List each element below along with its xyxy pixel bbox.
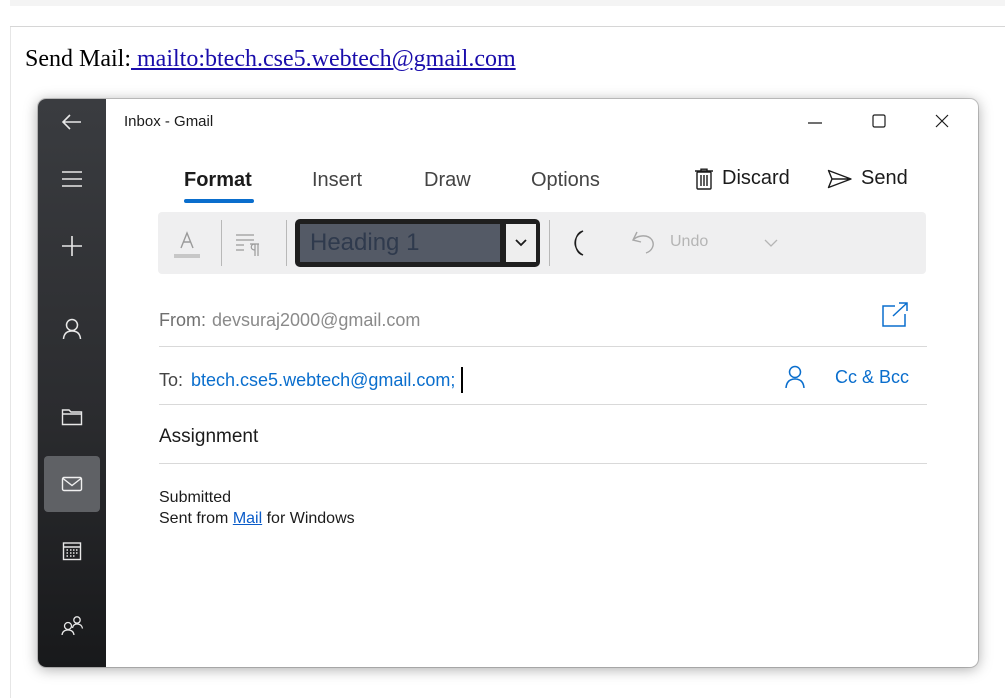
- cc-bcc-button[interactable]: Cc & Bcc: [835, 367, 909, 388]
- paragraph-format-icon: [236, 234, 259, 256]
- people-button[interactable]: [44, 597, 100, 653]
- style-dropdown-value: Heading 1: [300, 224, 500, 262]
- from-label: From:: [159, 310, 206, 330]
- people-icon: [61, 616, 84, 635]
- signature-suffix: for Windows: [262, 510, 355, 527]
- calendar-button[interactable]: [44, 523, 100, 579]
- mailto-link[interactable]: mailto:btech.cse5.webtech@gmail.com: [131, 46, 516, 72]
- left-divider: [10, 27, 11, 698]
- contact-icon: [785, 365, 805, 389]
- folder-icon: [61, 409, 83, 426]
- new-mail-button[interactable]: [44, 218, 100, 274]
- pop-out-icon: [882, 302, 908, 327]
- add-contact-button[interactable]: [784, 365, 808, 391]
- top-strip: [10, 0, 1005, 6]
- subject-field[interactable]: Assignment: [159, 426, 258, 448]
- pop-out-button[interactable]: [880, 300, 910, 330]
- maximize-icon: [872, 114, 886, 128]
- navigation-rail: [38, 99, 106, 667]
- signature-prefix: Sent from: [159, 510, 233, 527]
- text-cursor: [461, 367, 464, 393]
- close-icon: [935, 114, 949, 128]
- to-field[interactable]: btech.cse5.webtech@gmail.com;: [191, 370, 455, 391]
- new-mail-icon: [62, 236, 82, 256]
- discard-label: Discard: [722, 167, 790, 189]
- toolbar-separator: [221, 220, 222, 266]
- from-address[interactable]: devsuraj2000@gmail.com: [212, 310, 420, 330]
- folders-button[interactable]: [44, 389, 100, 445]
- account-icon: [62, 318, 82, 340]
- calendar-icon: [62, 542, 82, 561]
- top-divider: [10, 26, 1005, 27]
- tab-insert[interactable]: Insert: [312, 169, 362, 192]
- back-button[interactable]: [44, 99, 100, 150]
- undo-icon: [631, 231, 654, 254]
- send-label: Send: [861, 167, 908, 189]
- back-arrow-icon: [61, 114, 81, 130]
- focus-mode-button[interactable]: [564, 226, 598, 260]
- minimize-button[interactable]: [803, 109, 827, 133]
- subject-divider: [159, 463, 927, 464]
- toolbar-separator: [286, 220, 287, 266]
- toolbar-separator: [549, 220, 550, 266]
- mail-app-link[interactable]: Mail: [233, 510, 262, 527]
- hamburger-menu-icon: [62, 171, 82, 187]
- from-divider: [159, 346, 927, 347]
- mail-window: Inbox - Gmail Format Insert Draw Options…: [38, 99, 978, 667]
- undo-label: Undo: [670, 233, 709, 250]
- window-title: Inbox - Gmail: [124, 113, 214, 130]
- font-color-icon: [174, 231, 200, 258]
- signature-line: Sent from Mail for Windows: [159, 508, 355, 529]
- send-mail-line: Send Mail: mailto:btech.cse5.webtech@gma…: [25, 46, 516, 73]
- from-row: From: devsuraj2000@gmail.com: [159, 310, 420, 331]
- menu-button[interactable]: [44, 151, 100, 207]
- body-line: Submitted: [159, 489, 232, 506]
- chevron-down-icon: [764, 239, 778, 247]
- tab-options[interactable]: Options: [531, 169, 600, 192]
- tab-draw[interactable]: Draw: [424, 169, 471, 192]
- crescent-moon-icon: [574, 230, 584, 256]
- mail-icon: [61, 476, 83, 492]
- send-icon: [827, 169, 852, 188]
- trash-icon: [695, 168, 713, 190]
- undo-more-button[interactable]: [762, 234, 780, 252]
- to-row[interactable]: To: btech.cse5.webtech@gmail.com;: [159, 367, 464, 393]
- chevron-down-icon: [515, 239, 527, 247]
- maximize-button[interactable]: [867, 109, 891, 133]
- send-button[interactable]: Send: [827, 167, 908, 190]
- to-label: To:: [159, 369, 184, 390]
- discard-button[interactable]: Discard: [694, 167, 790, 190]
- font-color-button[interactable]: [172, 224, 202, 262]
- tab-format[interactable]: Format: [184, 169, 252, 192]
- format-toolbar: Heading 1 Undo: [158, 212, 926, 274]
- message-body[interactable]: Submitted Sent from Mail for Windows: [159, 487, 355, 529]
- close-button[interactable]: [930, 109, 954, 133]
- accounts-button[interactable]: [44, 301, 100, 357]
- style-dropdown-toggle[interactable]: [506, 224, 536, 262]
- to-divider: [159, 404, 927, 405]
- mail-button[interactable]: [44, 456, 100, 512]
- style-dropdown[interactable]: Heading 1: [295, 219, 540, 267]
- send-mail-label: Send Mail:: [25, 46, 131, 72]
- minimize-icon: [808, 122, 822, 124]
- paragraph-format-button[interactable]: [232, 226, 266, 260]
- active-tab-indicator: [184, 199, 254, 203]
- undo-button[interactable]: [628, 226, 662, 260]
